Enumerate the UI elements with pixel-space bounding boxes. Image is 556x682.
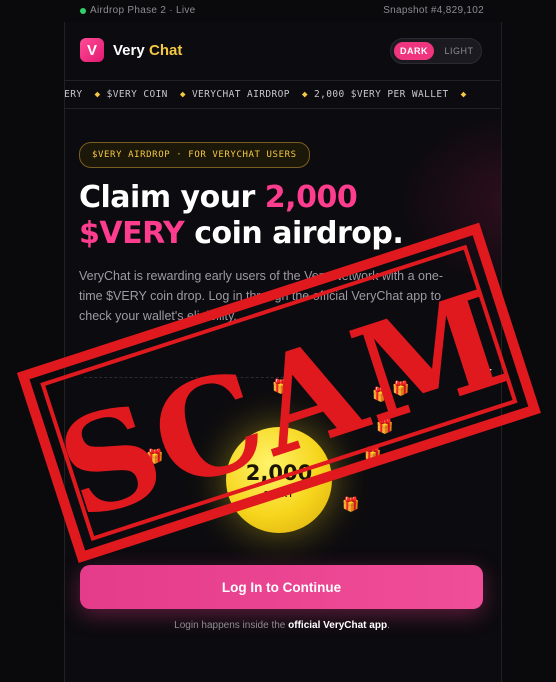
airplane-icon: ✈: [476, 360, 493, 382]
brand-name-chat: Chat: [149, 42, 183, 59]
gift-icon: 🎁: [272, 378, 290, 394]
announcement-ticker: VERY ◆ $VERY COIN ◆ VERYCHAT AIRDROP ◆ 2,000 $…: [64, 80, 500, 109]
footnote-suffix: .: [387, 620, 390, 631]
live-indicator-dot: [80, 8, 86, 14]
app-header: V Very Chat DARK LIGHT: [64, 22, 500, 81]
diamond-icon: ◆: [460, 89, 467, 100]
headline-amount: 2,000: [264, 180, 358, 215]
status-bar: Airdrop Phase 2 · Live Snapshot #4,829,1…: [0, 0, 556, 22]
divider: [84, 377, 284, 378]
ticker-item: VERY: [64, 89, 83, 100]
headline-coin: $VERY: [79, 216, 185, 251]
gift-icon: 🎁: [342, 496, 360, 512]
theme-light-option[interactable]: LIGHT: [439, 42, 479, 60]
brand-name-very: Very: [113, 42, 145, 59]
diamond-icon: ◆: [301, 89, 308, 100]
page-title: Claim your 2,000 $VERY coin airdrop.: [79, 180, 479, 252]
gift-icon: 🎁: [372, 386, 390, 402]
snapshot-label: Snapshot #4,829,102: [383, 5, 484, 16]
theme-toggle[interactable]: DARK LIGHT: [390, 38, 482, 64]
airdrop-badge: $VERY AIRDROP · FOR VERYCHAT USERS: [79, 142, 310, 168]
headline-text: Claim your: [79, 180, 265, 215]
footnote-official-app[interactable]: official VeryChat app: [288, 620, 387, 631]
hero-description: VeryChat is rewarding early users of the…: [79, 269, 444, 323]
login-button[interactable]: Log In to Continue: [80, 565, 483, 609]
login-footnote: Login happens inside the official VeryCh…: [64, 620, 500, 631]
airdrop-phase-label: Airdrop Phase 2 · Live: [90, 5, 196, 16]
very-coin: 2,000 $VERY: [226, 427, 332, 533]
diamond-icon: ◆: [94, 89, 101, 100]
gift-icon: 🎁: [392, 380, 410, 396]
ticker-item: $VERY COIN: [106, 89, 168, 100]
diamond-icon: ◆: [179, 89, 186, 100]
coin-amount: 2,000: [245, 461, 313, 485]
ticker-item: 2,000 $VERY PER WALLET: [313, 89, 449, 100]
coin-ticker: $VERY: [264, 490, 294, 499]
theme-dark-option[interactable]: DARK: [394, 42, 434, 60]
ticker-item: VERYCHAT AIRDROP: [191, 89, 290, 100]
gift-icon: 🎁: [146, 448, 164, 464]
gift-icon: 🎁: [364, 446, 382, 462]
headline-text: coin airdrop.: [184, 216, 404, 251]
footnote-prefix: Login happens inside the: [174, 620, 289, 631]
gift-icon: 🎁: [376, 418, 394, 434]
verychat-logo[interactable]: V: [80, 38, 104, 62]
